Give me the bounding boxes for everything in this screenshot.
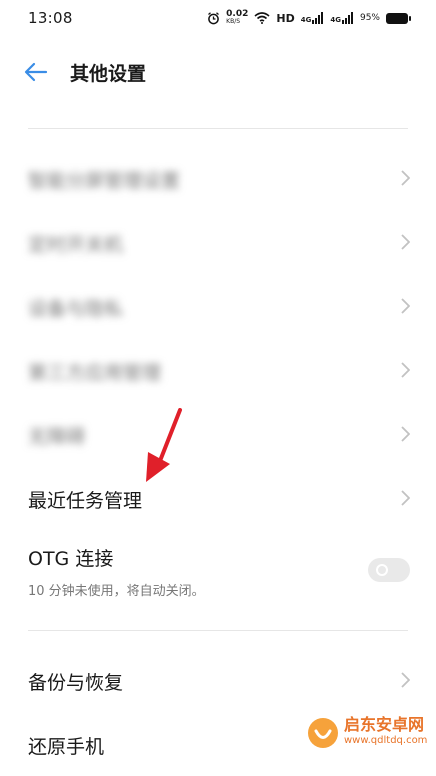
speed-value: 0.02 — [226, 9, 249, 19]
watermark-name: 启东安卓网 — [344, 715, 425, 734]
chevron-right-icon — [401, 298, 410, 314]
chevron-right-icon — [401, 170, 410, 186]
signal-1-label: 4G — [300, 16, 312, 24]
signal-bars-icon — [312, 12, 324, 24]
divider — [28, 128, 408, 129]
menu-item-blurred-3[interactable]: 设备与隐私 — [0, 274, 436, 338]
chevron-right-icon — [401, 672, 410, 688]
menu-item-label: 还原手机 — [28, 736, 105, 758]
status-icons: 0.02 KB/S HD 4G 4G 95% — [207, 10, 411, 26]
menu-item-label: 设备与隐私 — [28, 298, 124, 320]
menu-item-label: 无障碍 — [28, 426, 86, 448]
chevron-right-icon — [401, 234, 410, 250]
menu-item-label: 定时开关机 — [28, 234, 124, 256]
watermark-text: 启东安卓网 www.qdltdq.com — [344, 717, 427, 749]
signal-2-label: 4G — [330, 16, 341, 24]
header: 其他设置 — [0, 42, 436, 102]
red-arrow-annotation — [146, 408, 182, 482]
chevron-right-icon — [401, 426, 410, 442]
signal-1: 4G — [301, 12, 325, 24]
menu-item-label: 第三方应用管理 — [28, 362, 162, 384]
watermark-logo-icon — [308, 718, 338, 748]
battery-percent: 95% — [359, 13, 380, 23]
status-time: 13:08 — [28, 9, 73, 27]
otg-subtitle: 10 分钟未使用，将自动关闭。 — [28, 584, 205, 599]
watermark: 启东安卓网 www.qdltdq.com — [306, 716, 427, 750]
menu-item-label: 智能分屏管理设置 — [28, 170, 181, 192]
menu-item-blurred-4[interactable]: 第三方应用管理 — [0, 338, 436, 402]
toggle-knob — [376, 564, 388, 576]
menu-item-backup[interactable]: 备份与恢复 — [0, 648, 436, 712]
otg-toggle[interactable] — [368, 558, 410, 582]
menu-item-label: 备份与恢复 — [28, 672, 124, 694]
signal-bars-icon — [341, 12, 353, 24]
network-speed: 0.02 KB/S — [226, 10, 248, 26]
menu-item-label: 最近任务管理 — [28, 490, 143, 512]
wifi-icon — [254, 12, 270, 24]
menu-item-blurred-5[interactable]: 无障碍 — [0, 402, 436, 466]
chevron-right-icon — [401, 362, 410, 378]
menu-item-blurred-1[interactable]: 智能分屏管理设置 — [0, 146, 436, 210]
menu-item-recent-tasks[interactable]: 最近任务管理 — [0, 466, 436, 530]
signal-2: 4G — [330, 12, 354, 24]
status-bar: 13:08 0.02 KB/S HD 4G 4G 95% — [0, 0, 436, 36]
alarm-icon — [208, 11, 220, 24]
battery-icon — [386, 12, 411, 24]
page-title: 其他设置 — [70, 63, 147, 85]
chevron-right-icon — [401, 490, 410, 506]
divider — [28, 630, 408, 631]
menu-item-otg: OTG 连接 10 分钟未使用，将自动关闭。 — [0, 540, 436, 612]
watermark-url: www.qdltdq.com — [344, 735, 428, 746]
otg-title: OTG 连接 — [28, 548, 114, 570]
speed-unit: KB/S — [226, 18, 241, 25]
menu-item-blurred-2[interactable]: 定时开关机 — [0, 210, 436, 274]
back-arrow-icon[interactable] — [24, 62, 48, 82]
hd-indicator: HD — [276, 11, 295, 25]
